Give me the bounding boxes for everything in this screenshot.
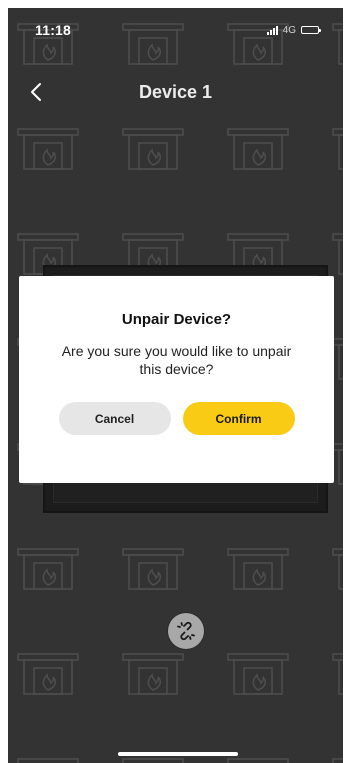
cancel-button[interactable]: Cancel [58, 402, 171, 435]
dialog-message: Are you sure you would like to unpair th… [61, 343, 292, 377]
dialog-actions: Cancel Confirm [58, 402, 295, 435]
unpair-dialog: Unpair Device? Are you sure you would li… [19, 276, 334, 483]
confirm-button[interactable]: Confirm [182, 402, 295, 435]
dialog-title: Unpair Device? [121, 311, 232, 328]
